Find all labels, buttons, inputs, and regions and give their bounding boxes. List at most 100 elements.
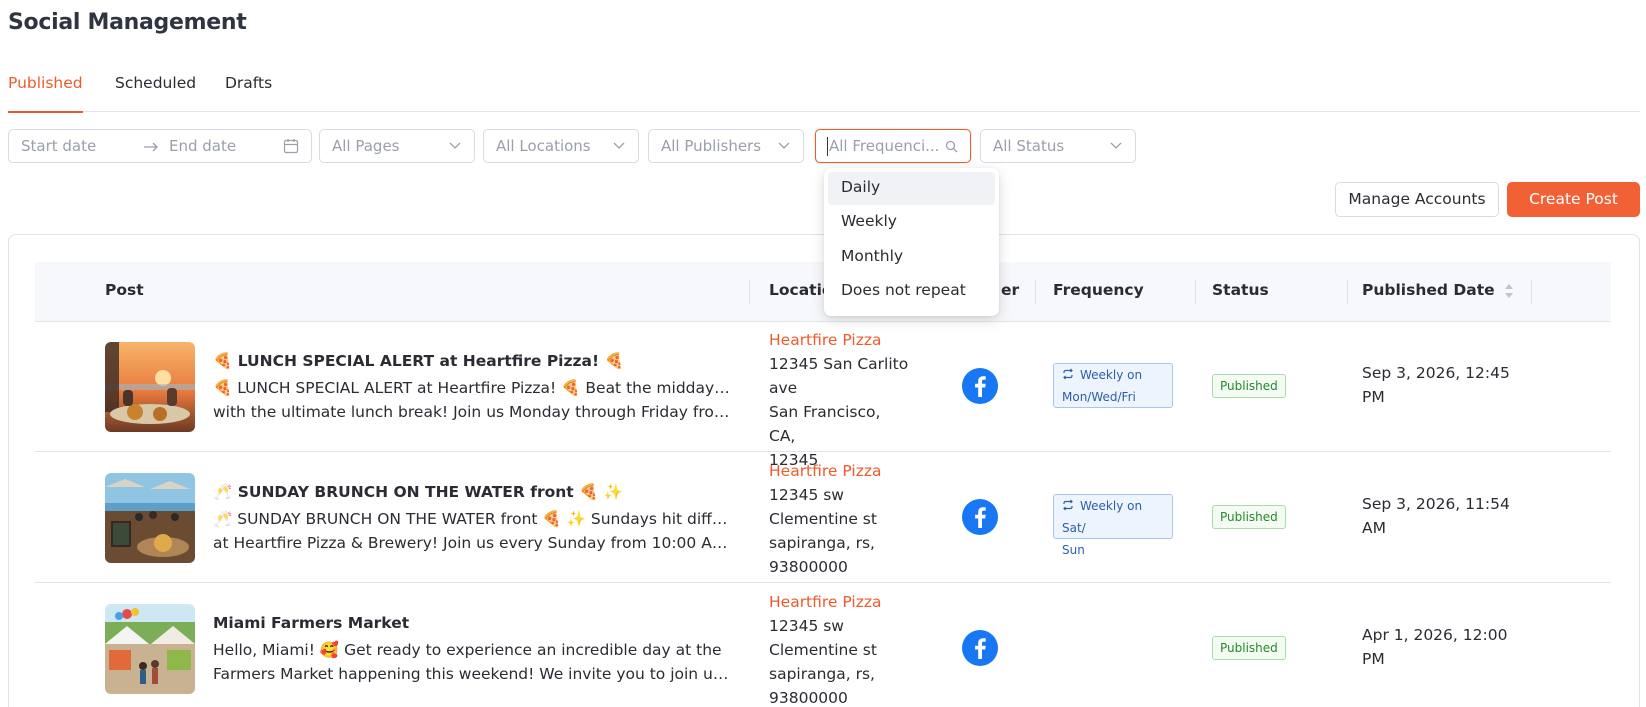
start-date-input[interactable]: Start date — [21, 137, 96, 155]
arrow-right-icon — [144, 142, 158, 152]
post-body-line: 🍕 LUNCH SPECIAL ALERT at Heartfire Pizza… — [213, 379, 733, 397]
status-select[interactable]: All Status — [980, 129, 1136, 163]
post-title[interactable]: Miami Farmers Market — [213, 614, 409, 632]
published-date-line: Apr 1, 2026, 12:00 — [1362, 626, 1508, 644]
chevron-down-icon — [613, 142, 625, 149]
address-line: sapiranga, rs, — [769, 534, 875, 552]
column-header-frequency: Frequency — [1053, 281, 1144, 299]
locations-select-value: All Locations — [496, 137, 591, 155]
column-divider — [1195, 280, 1196, 304]
frequency-text: Sun — [1062, 543, 1085, 557]
address-line: Clementine st — [769, 641, 877, 659]
location-name: Heartfire Pizza — [769, 462, 882, 480]
frequency-option-daily[interactable]: Daily — [828, 172, 995, 205]
publishers-select-value: All Publishers — [661, 137, 762, 155]
frequency-select[interactable]: All Frequenci... — [815, 129, 971, 163]
frequency-dropdown-menu: Daily Weekly Monthly Does not repeat — [824, 168, 999, 316]
post-thumbnail[interactable] — [105, 342, 195, 432]
post-title[interactable]: 🥂 SUNDAY BRUNCH ON THE WATER front 🍕 ✨ — [213, 483, 623, 501]
tab-drafts[interactable]: Drafts — [225, 74, 272, 112]
address-line: Clementine st — [769, 510, 877, 528]
location-cell: Heartfire Pizza 12345 sw Clementine st s… — [769, 459, 909, 579]
frequency-text: Weekly on — [1080, 368, 1143, 382]
post-body-line: Farmers Market happening this weekend! W… — [213, 665, 733, 683]
published-date: Sep 3, 2026, 11:54 AM — [1362, 492, 1512, 540]
sort-icon[interactable] — [1504, 282, 1514, 300]
published-date-line: Sep 3, 2026, 11:54 — [1362, 495, 1510, 513]
address-line: San Francisco, CA, — [769, 403, 881, 445]
repeat-icon — [1063, 499, 1073, 511]
post-body: 🥂 SUNDAY BRUNCH ON THE WATER front 🍕 ✨ S… — [213, 507, 733, 555]
published-date: Sep 3, 2026, 12:45 PM — [1362, 361, 1512, 409]
frequency-select-value[interactable]: All Frequenci... — [829, 137, 939, 155]
address-line: sapiranga, rs, — [769, 665, 875, 683]
frequency-badge: Weekly on Sat/ Sun — [1053, 494, 1173, 557]
facebook-icon — [962, 499, 998, 535]
create-post-button[interactable]: Create Post — [1507, 182, 1640, 217]
location-name: Heartfire Pizza — [769, 331, 882, 349]
text-cursor — [827, 137, 828, 156]
published-date: Apr 1, 2026, 12:00 PM — [1362, 623, 1512, 671]
frequency-text: Weekly on Sat/ — [1062, 499, 1143, 535]
pages-select-value: All Pages — [332, 137, 400, 155]
status-badge: Published — [1212, 636, 1286, 660]
post-body: Hello, Miami! 🥰 Get ready to experience … — [213, 638, 733, 686]
repeat-icon — [1063, 368, 1073, 380]
column-header-status: Status — [1212, 281, 1269, 299]
tab-bar: Published Scheduled Drafts — [8, 74, 1640, 113]
table-header: Post Locatio er Frequency Status Publish… — [35, 262, 1611, 322]
post-body-line: 🥂 SUNDAY BRUNCH ON THE WATER front 🍕 ✨ S… — [213, 510, 733, 528]
date-range-picker[interactable]: Start date End date — [8, 129, 312, 163]
column-header-location: Locatio — [769, 281, 833, 299]
location-name: Heartfire Pizza — [769, 593, 882, 611]
column-header-publisher: er — [1001, 281, 1020, 299]
status-select-value: All Status — [993, 137, 1065, 155]
frequency-text: Mon/Wed/Fri — [1062, 390, 1136, 404]
facebook-icon — [962, 368, 998, 404]
tab-published[interactable]: Published — [8, 74, 83, 113]
location-cell: Heartfire Pizza 12345 sw Clementine st s… — [769, 590, 909, 707]
column-header-post: Post — [105, 281, 144, 299]
post-body-line: Hello, Miami! 🥰 Get ready to experience … — [213, 641, 722, 659]
frequency-option-monthly[interactable]: Monthly — [828, 241, 995, 274]
publishers-select[interactable]: All Publishers — [648, 129, 804, 163]
status-badge: Published — [1212, 374, 1286, 398]
published-date-line: Sep 3, 2026, 12:45 — [1362, 364, 1510, 382]
post-title[interactable]: 🍕 LUNCH SPECIAL ALERT at Heartfire Pizza… — [213, 352, 624, 370]
table-row[interactable]: 🥂 SUNDAY BRUNCH ON THE WATER front 🍕 ✨ 🥂… — [35, 453, 1611, 583]
chevron-down-icon — [449, 142, 461, 149]
published-date-line: PM — [1362, 388, 1385, 406]
end-date-input[interactable]: End date — [169, 137, 236, 155]
pages-select[interactable]: All Pages — [319, 129, 475, 163]
page-title: Social Management — [8, 10, 247, 35]
frequency-option-weekly[interactable]: Weekly — [828, 206, 995, 239]
chevron-down-icon — [1110, 142, 1122, 149]
column-divider — [1531, 280, 1532, 304]
manage-accounts-button[interactable]: Manage Accounts — [1335, 182, 1499, 217]
address-line: 93800000 — [769, 558, 848, 576]
frequency-badge: Weekly on Mon/Wed/Fri — [1053, 363, 1173, 408]
published-date-line: AM — [1362, 519, 1386, 537]
address-line: 12345 San Carlito — [769, 355, 909, 373]
table-row[interactable]: Miami Farmers Market Hello, Miami! 🥰 Get… — [35, 584, 1611, 707]
frequency-option-does-not-repeat[interactable]: Does not repeat — [828, 275, 995, 308]
post-body: 🍕 LUNCH SPECIAL ALERT at Heartfire Pizza… — [213, 376, 733, 424]
column-header-published-date[interactable]: Published Date — [1362, 281, 1495, 299]
search-icon — [945, 140, 958, 153]
address-line: ave — [769, 379, 798, 397]
status-badge: Published — [1212, 505, 1286, 529]
tab-scheduled[interactable]: Scheduled — [115, 74, 196, 112]
address-line: 12345 sw — [769, 486, 844, 504]
locations-select[interactable]: All Locations — [483, 129, 639, 163]
calendar-icon — [283, 139, 299, 154]
post-body-line: at Heartfire Pizza & Brewery! Join us ev… — [213, 534, 733, 552]
column-divider — [749, 280, 750, 304]
address-line: 12345 sw — [769, 617, 844, 635]
address-line: 93800000 — [769, 689, 848, 707]
facebook-icon — [962, 630, 998, 666]
post-thumbnail[interactable] — [105, 604, 195, 694]
post-body-line: with the ultimate lunch break! Join us M… — [213, 403, 733, 421]
column-divider — [1347, 280, 1348, 304]
table-row[interactable]: 🍕 LUNCH SPECIAL ALERT at Heartfire Pizza… — [35, 322, 1611, 469]
post-thumbnail[interactable] — [105, 473, 195, 563]
